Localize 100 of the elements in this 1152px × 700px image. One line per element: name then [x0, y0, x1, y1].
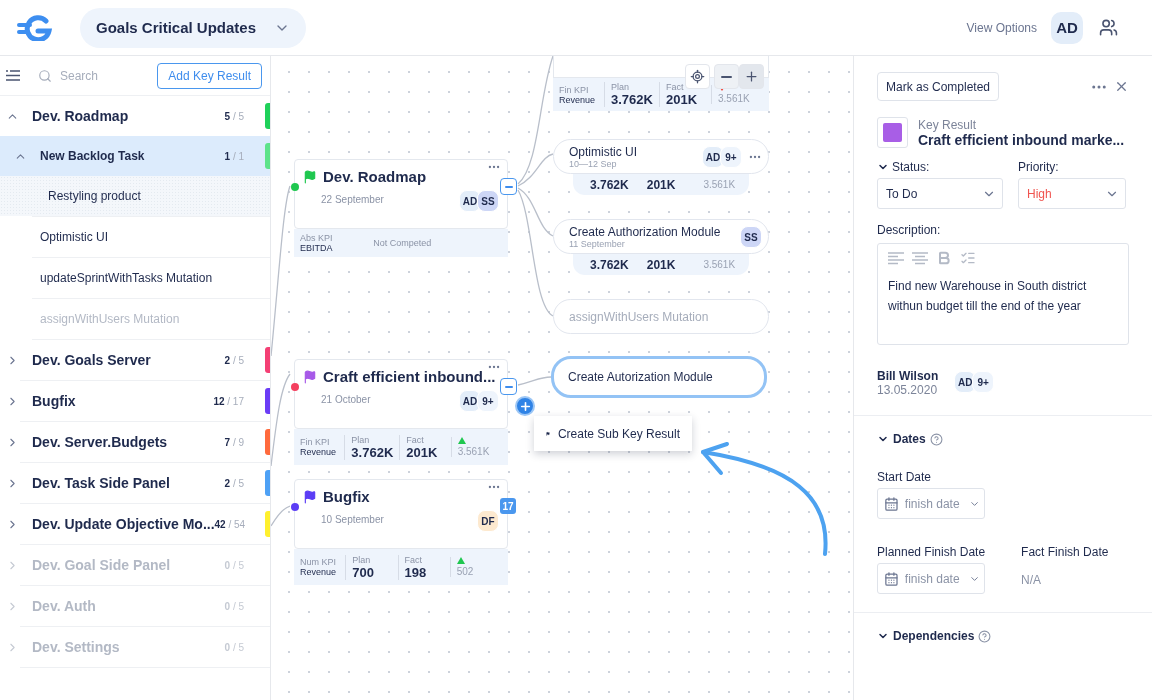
align-center-icon[interactable] [912, 251, 928, 265]
kpi-metric: Revenue [559, 94, 597, 105]
user-avatar[interactable]: AD [1051, 11, 1083, 44]
mark-completed-button[interactable]: Mark as Completed [877, 72, 1000, 101]
add-button[interactable] [515, 396, 535, 416]
item-name: Dev. Settings [32, 639, 121, 655]
workspace-dropdown[interactable]: Goals Critical Updates [80, 7, 307, 48]
zoom-in-button[interactable] [739, 64, 764, 89]
item-name: Dev. Roadmap [32, 108, 130, 124]
fact-value: 201K [646, 177, 676, 192]
forecast-value: 3.561K [703, 179, 736, 190]
card-date: 22 September [321, 194, 384, 205]
user-avatar: 9+ [477, 390, 499, 412]
fact-label: Fact [404, 554, 423, 565]
description-text: Find new Warehouse in South district withun budget till the end of the year [888, 278, 1088, 315]
user-avatar: AD [459, 190, 481, 212]
item-name: Dev. Task Side Panel [32, 475, 171, 491]
tree-item[interactable]: Dev. Server.Budgets 7 / 9 [0, 422, 270, 462]
progress-count: 0 / 5 [224, 559, 244, 571]
user-avatar: DF [477, 510, 499, 532]
item-name: New Backlog Task [40, 149, 146, 163]
fact-value: 201K [665, 92, 699, 107]
kpi-metric: EBITDA [300, 243, 334, 253]
plan-label: Plan [352, 554, 372, 565]
item-name: Optimistic UI [40, 230, 109, 244]
sub-result-node[interactable]: Create Authorization Module 11 September SS [553, 219, 769, 254]
view-options-link[interactable]: View Options [966, 20, 1037, 35]
node-date: 11 September [569, 238, 625, 249]
fact-finish-value: N/A [1021, 573, 1043, 587]
zoom-out-button[interactable] [714, 64, 739, 89]
tree-item[interactable]: Bugfix 12 / 17 [0, 381, 270, 421]
sub-result-node[interactable]: Optimistic UI 10—12 Sep AD 9+ [553, 139, 769, 174]
tree-item[interactable]: Optimistic UI [0, 217, 270, 257]
description-editor[interactable]: Find new Warehouse in South district withun budget till the end of the year [877, 243, 1129, 345]
priority-select[interactable]: High [1018, 178, 1126, 209]
tree-item[interactable]: Dev. Goals Server 2 / 5 [0, 340, 270, 380]
minus-icon [504, 185, 513, 188]
kpi-metric: Revenue [300, 567, 338, 577]
help-icon[interactable] [978, 629, 992, 643]
field-label: Status: [892, 160, 930, 174]
owner-date: 13.05.2020 [877, 383, 939, 397]
fact-value: 201K [646, 257, 676, 272]
item-name: Dev. Goals Server [32, 352, 152, 368]
section-title: Dependencies [893, 629, 975, 643]
align-left-icon[interactable] [888, 251, 904, 265]
goal-card[interactable]: Craft efficient inbound... 21 October AD 9+ [294, 359, 508, 429]
card-title: Dev. Roadmap [323, 168, 427, 185]
checklist-icon[interactable] [960, 250, 976, 266]
color-picker[interactable] [877, 117, 908, 148]
progress-count: 2 / 5 [224, 477, 244, 489]
date-picker[interactable]: finish date [877, 563, 985, 594]
item-name: assignWithUsers Mutation [40, 312, 181, 326]
plan-value: 3.762K [590, 177, 629, 192]
item-name: Dev. Auth [32, 598, 97, 614]
user-avatar: 9+ [972, 371, 995, 393]
card-title: Bugfix [323, 488, 370, 505]
close-icon[interactable] [1114, 79, 1129, 94]
bold-icon[interactable] [936, 250, 952, 266]
field-label: Planned Finish Date [877, 545, 986, 559]
users-icon[interactable] [1099, 18, 1118, 37]
tree-item[interactable]: Restyling product [0, 176, 270, 216]
forecast-value: 502 [456, 566, 474, 577]
list-icon[interactable] [6, 70, 20, 81]
locate-button[interactable] [685, 64, 710, 89]
field-label: Description: [877, 223, 942, 237]
field-label: Fact Finish Date [1021, 545, 1109, 559]
minus-icon [721, 75, 732, 78]
plan-value: 3.762K [611, 92, 653, 107]
tree-item[interactable]: updateSprintWithTasks Mutation [0, 258, 270, 298]
sub-result-node[interactable]: Create Autorization Module [551, 356, 767, 398]
progress-count: 42 / 54 [214, 518, 246, 530]
context-menu-item[interactable]: Create Sub Key Result [534, 416, 692, 451]
collapse-button[interactable] [500, 378, 517, 395]
goal-card[interactable]: Dev. Roadmap 22 September AD SS [294, 159, 508, 229]
status-select[interactable]: To Do [877, 178, 1003, 209]
progress-count: 1 / 1 [224, 150, 244, 162]
help-icon[interactable] [929, 432, 943, 446]
collapse-button[interactable] [500, 178, 517, 195]
forecast-value: 3.561K [703, 259, 736, 270]
date-picker[interactable]: finish date [877, 488, 985, 519]
plan-value: 700 [352, 564, 375, 580]
forecast-value: 3.561K [457, 446, 490, 457]
kpi-metric: Revenue [300, 447, 338, 457]
node-date: 10—12 Sep [569, 158, 617, 169]
fact-value: 198 [404, 564, 428, 580]
crosshair-icon [690, 69, 705, 84]
owner-name: Bill Wilson [877, 369, 939, 383]
item-name: Dev. Goal Side Panel [32, 557, 172, 573]
tree-item[interactable]: Dev. Task Side Panel 2 / 5 [0, 463, 270, 503]
tree-item[interactable]: New Backlog Task 1 / 1 [0, 136, 270, 176]
tree-item[interactable]: Dev. Roadmap 5 / 5 [0, 96, 270, 136]
user-avatar: AD [702, 146, 724, 168]
tree-item[interactable]: Dev. Update Objective Mo...42 / 54 [0, 504, 270, 544]
key-result-title: Craft efficient inbound marke... [918, 131, 1125, 148]
connector-line [517, 376, 552, 386]
kpi-type: Fin KPI [559, 84, 590, 95]
type-label: Key Result [918, 117, 978, 132]
progress-count: 0 / 5 [224, 600, 244, 612]
search-icon [38, 68, 52, 83]
user-avatar: SS [740, 226, 762, 248]
